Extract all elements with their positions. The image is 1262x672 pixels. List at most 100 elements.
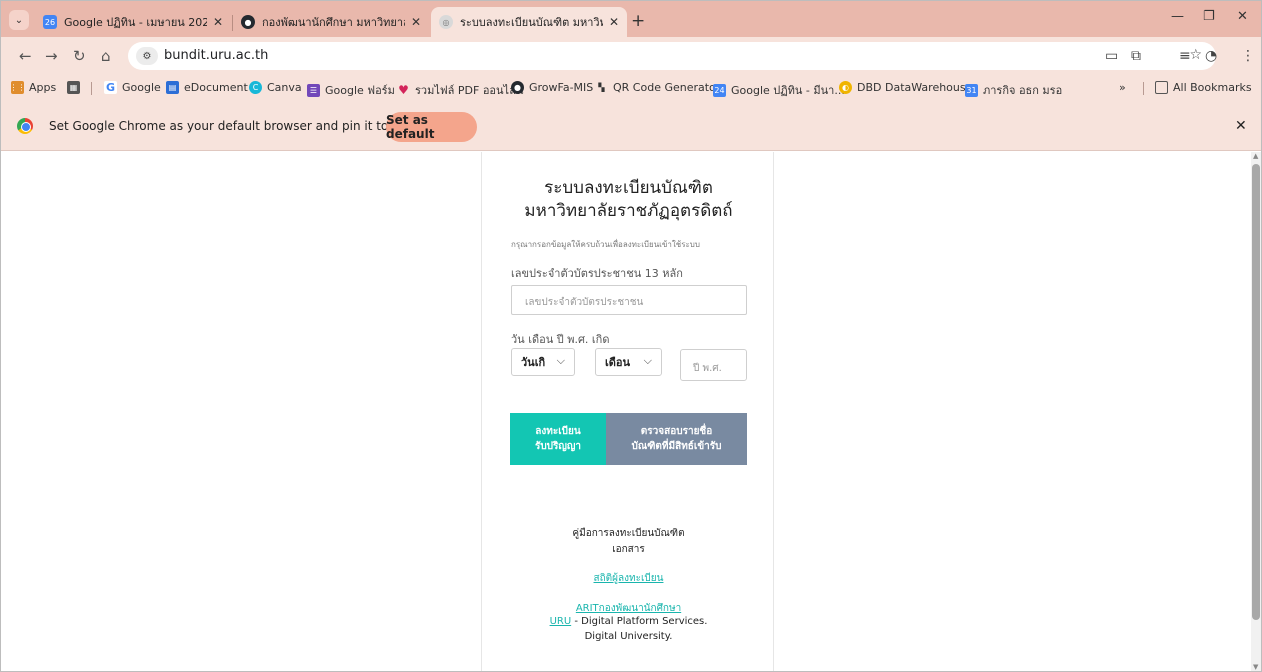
bookmark-separator <box>1143 82 1144 95</box>
stats-line: สถิติผู้ลงทะเบียน <box>482 571 775 586</box>
url-text[interactable]: bundit.uru.ac.th <box>164 48 268 63</box>
browser-window: ⌄ 26 Google ปฏิทิน - เมษายน 2026 ✕ ● กอง… <box>0 0 1262 672</box>
check-list-button[interactable]: ตรวจสอบรายชื่อ บัณฑิตที่มีสิทธ์เข้ารับ <box>606 413 747 465</box>
tab-graduate-registration[interactable]: ◎ ระบบลงทะเบียนบัณฑิต มหาวิทยาลัย ✕ <box>431 7 627 37</box>
bookmark-label: QR Code Generator <box>613 81 721 94</box>
bookmarks-overflow[interactable]: » <box>1119 81 1126 94</box>
registration-panel: ระบบลงทะเบียนบัณฑิต มหาวิทยาลัยราชภัฏอุต… <box>481 152 775 671</box>
extensions-icon[interactable]: ⧉ <box>1131 48 1141 64</box>
calendar-icon: 24 <box>713 83 726 97</box>
bookmark-label: All Bookmarks <box>1173 81 1252 94</box>
bookmark-label: รวมไฟล์ PDF ออนไลน์ <box>415 84 524 97</box>
tab-title: Google ปฏิทิน - เมษายน 2026 <box>64 16 207 29</box>
close-tab-icon[interactable]: ✕ <box>213 15 223 29</box>
dob-label: วัน เดือน ปี พ.ศ. เกิด <box>511 333 610 346</box>
scroll-down-icon[interactable]: ▼ <box>1253 663 1258 671</box>
bookmark-label: eDocument <box>184 81 248 94</box>
bookmark-label: DBD DataWarehous... <box>857 81 977 94</box>
calendar-icon: 31 <box>965 83 978 97</box>
bookmark-canva[interactable]: C Canva <box>249 81 302 94</box>
manual-link[interactable]: คู่มือการลงทะเบียนบัณฑิต <box>482 526 775 541</box>
bookmark-label: GrowFa-MIS <box>529 81 594 94</box>
grid-icon: ▦ <box>67 81 80 94</box>
footer-text: - Digital Platform Services. <box>571 616 708 627</box>
footer-line: URU - Digital Platform Services. <box>482 616 775 627</box>
tab-student-affairs[interactable]: ● กองพัฒนานักศึกษา มหาวิทยาลัยราช ✕ <box>233 7 429 37</box>
bookmark-label: Apps <box>29 81 57 94</box>
tab-strip: ⌄ 26 Google ปฏิทิน - เมษายน 2026 ✕ ● กอง… <box>1 1 1261 37</box>
folder-icon <box>1155 81 1168 94</box>
uru-link[interactable]: URU <box>550 616 572 627</box>
forward-icon[interactable]: → <box>45 47 58 65</box>
tab-groups-icon[interactable]: ▦ <box>67 81 85 94</box>
vertical-scrollbar[interactable]: ▲ ▼ <box>1251 152 1261 671</box>
bookmarks-bar: ⋮⋮ Apps ▦ G Google ▤ eDocument C Canva ☰… <box>1 75 1261 101</box>
bookmark-star-icon[interactable]: ☆ <box>1189 47 1202 63</box>
page-subtitle: มหาวิทยาลัยราชภัฏอุตรดิตถ์ <box>524 201 733 221</box>
chrome-logo-icon <box>17 118 33 134</box>
bookmark-tasks[interactable]: 31 ภารกิจ อธก มรอ <box>965 81 1062 99</box>
instruction-text: กรุณากรอกข้อมูลให้ครบถ้วนเพื่อลงทะเบียนเ… <box>511 240 700 249</box>
back-icon[interactable]: ← <box>19 47 32 65</box>
bookmark-pdf-merge[interactable]: ♥ รวมไฟล์ PDF ออนไลน์ <box>397 81 523 99</box>
close-tab-icon[interactable]: ✕ <box>609 15 619 29</box>
id-number-input[interactable]: เลขประจำตัวบัตรประชาชน <box>511 285 747 315</box>
document-icon: ▤ <box>166 81 179 94</box>
year-placeholder: ปี พ.ศ. <box>693 363 722 374</box>
bookmark-edocument[interactable]: ▤ eDocument <box>166 81 248 94</box>
profile-avatar-icon[interactable]: ◔ <box>1205 48 1217 64</box>
close-window-icon[interactable]: ✕ <box>1237 9 1248 24</box>
github-icon: ● <box>511 81 524 94</box>
minimize-icon[interactable]: — <box>1171 9 1184 24</box>
register-button-line1: ลงทะเบียน <box>535 426 581 437</box>
register-button[interactable]: ลงทะเบียน รับปริญญา <box>510 413 606 465</box>
scrollbar-thumb[interactable] <box>1252 164 1260 620</box>
chevron-down-icon: ⌵ <box>643 354 652 367</box>
tab-calendar[interactable]: 26 Google ปฏิทิน - เมษายน 2026 ✕ <box>35 7 231 37</box>
tab-search-chevron-icon[interactable]: ⌄ <box>9 10 29 30</box>
bookmark-calendar[interactable]: 24 Google ปฏิทิน - มีนา... <box>713 81 845 99</box>
new-tab-icon[interactable]: + <box>631 11 645 31</box>
day-select[interactable]: วันเกิ ⌵ <box>511 348 575 376</box>
documents-link[interactable]: เอกสาร <box>482 542 775 557</box>
month-select-value: เดือน <box>605 356 631 369</box>
chevron-down-icon: ⌵ <box>556 354 565 367</box>
reload-icon[interactable]: ↻ <box>73 47 86 65</box>
bookmark-label: ภารกิจ อธก มรอ <box>983 84 1063 97</box>
home-icon[interactable]: ⌂ <box>101 47 111 65</box>
day-select-value: วันเกิ <box>521 356 546 369</box>
cast-icon[interactable]: ▭ <box>1105 48 1118 64</box>
reading-list-icon[interactable]: ≡ <box>1179 48 1191 64</box>
close-tab-icon[interactable]: ✕ <box>411 15 421 29</box>
all-bookmarks[interactable]: All Bookmarks <box>1155 81 1252 94</box>
bookmark-separator <box>91 82 92 95</box>
tab-title: ระบบลงทะเบียนบัณฑิต มหาวิทยาลัย <box>460 16 603 29</box>
register-button-line2: รับปริญญา <box>534 441 582 452</box>
month-select[interactable]: เดือน ⌵ <box>595 348 662 376</box>
arit-link[interactable]: ARITกองพัฒนานักศึกษา <box>576 603 681 614</box>
scroll-up-icon[interactable]: ▲ <box>1253 152 1258 160</box>
set-default-button[interactable]: Set as default <box>386 112 477 142</box>
stats-link[interactable]: สถิติผู้ลงทะเบียน <box>594 573 664 584</box>
arit-line: ARITกองพัฒนานักศึกษา <box>482 601 775 616</box>
bookmark-qr[interactable]: ▚ QR Code Generator <box>595 81 720 94</box>
year-input[interactable]: ปี พ.ศ. <box>680 349 747 381</box>
close-icon[interactable]: ✕ <box>1235 118 1247 134</box>
default-browser-infobar: Set Google Chrome as your default browse… <box>1 101 1261 151</box>
qr-code-icon: ▚ <box>598 83 605 92</box>
apps-grid-icon: ⋮⋮ <box>9 81 26 94</box>
bookmark-google-forms[interactable]: ☰ Google ฟอร์ม <box>307 81 395 99</box>
bookmark-google[interactable]: G Google <box>104 81 161 94</box>
site-info-icon[interactable]: ⚙ <box>136 47 158 65</box>
calendar-icon: 26 <box>43 15 57 29</box>
bookmark-growfa[interactable]: ● GrowFa-MIS <box>511 81 593 94</box>
check-button-line1: ตรวจสอบรายชื่อ <box>640 426 713 437</box>
menu-kebab-icon[interactable]: ⋮ <box>1241 48 1255 64</box>
restore-icon[interactable]: ❐ <box>1203 9 1215 24</box>
address-bar[interactable]: ⚙ bundit.uru.ac.th ☆ <box>128 42 1216 70</box>
bookmark-dbd[interactable]: ◐ DBD DataWarehous... <box>839 81 976 94</box>
page-content: ระบบลงทะเบียนบัณฑิต มหาวิทยาลัยราชภัฏอุต… <box>1 152 1251 671</box>
bookmark-apps[interactable]: ⋮⋮ Apps <box>9 81 57 94</box>
github-icon: ● <box>241 15 255 29</box>
bookmark-label: Canva <box>267 81 302 94</box>
